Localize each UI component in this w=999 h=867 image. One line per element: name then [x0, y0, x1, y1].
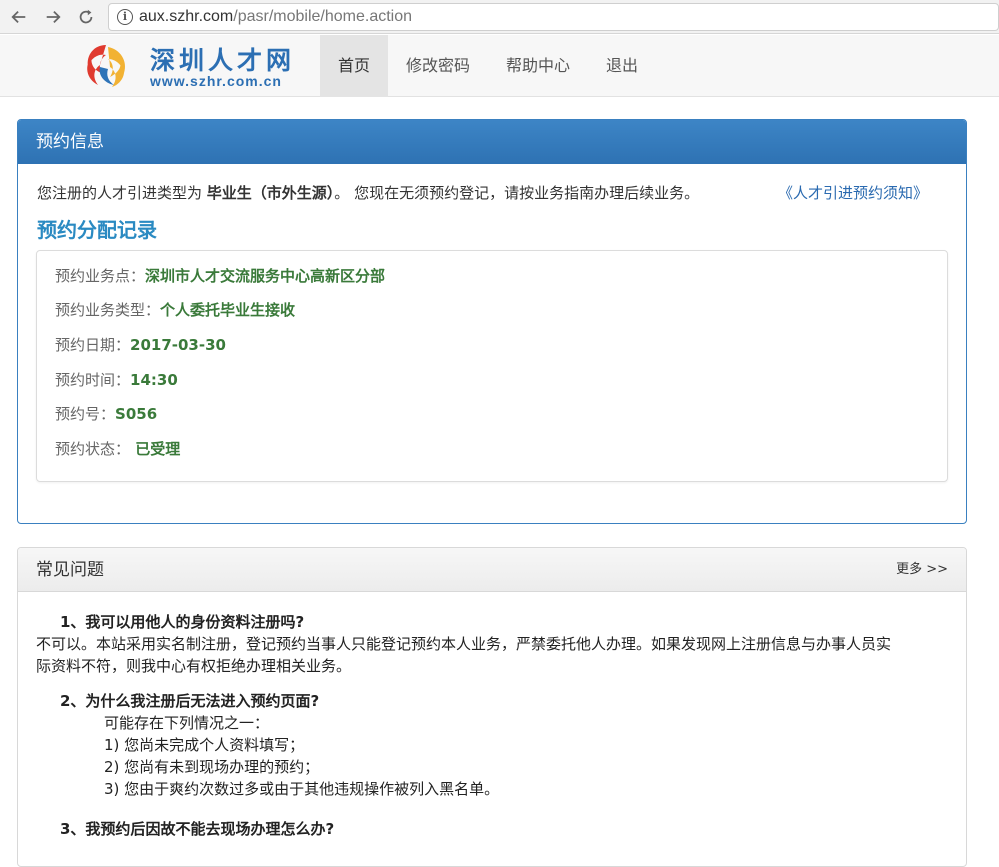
- arrow-left-icon[interactable]: [8, 6, 30, 28]
- url-text: aux.szhr.com/pasr/mobile/home.action: [139, 8, 413, 25]
- faq-answer-line: 2) 您尚有未到现场办理的预约；: [104, 758, 320, 776]
- record-row: 预约号：S056: [55, 405, 158, 423]
- faq-question[interactable]: 2、为什么我注册后无法进入预约页面?: [60, 690, 499, 712]
- faq-question[interactable]: 3、我预约后因故不能去现场办理怎么办?: [60, 818, 334, 840]
- record-row: 预约业务点：深圳市人才交流服务中心高新区分部: [55, 267, 386, 285]
- browser-toolbar: i aux.szhr.com/pasr/mobile/home.action: [0, 0, 999, 34]
- booking-panel: 预约信息 您注册的人才引进类型为 毕业生（市外生源）。 您现在无须预约登记，请按…: [17, 119, 967, 524]
- faq-more-link[interactable]: 更多 >>: [896, 548, 948, 592]
- faq-panel: 常见问题 更多 >> 1、我可以用他人的身份资料注册吗? 不可以。本站采用实名制…: [17, 547, 967, 867]
- faq-item: 3、我预约后因故不能去现场办理怎么办?: [60, 818, 334, 840]
- faq-answer: 不可以。本站采用实名制注册，登记预约当事人只能登记预约本人业务，严禁委托他人办理…: [36, 635, 892, 675]
- info-icon[interactable]: i: [117, 9, 133, 25]
- nav-change-password[interactable]: 修改密码: [388, 35, 488, 97]
- arrow-right-icon[interactable]: [42, 6, 64, 28]
- faq-answer-line: 1) 您尚未完成个人资料填写；: [104, 736, 305, 754]
- record-box: 预约业务点：深圳市人才交流服务中心高新区分部 预约业务类型：个人委托毕业生接收 …: [36, 250, 948, 482]
- record-row: 预约日期：2017-03-30: [55, 336, 226, 354]
- faq-item: 1、我可以用他人的身份资料注册吗? 不可以。本站采用实名制注册，登记预约当事人只…: [36, 611, 896, 677]
- nav-logout[interactable]: 退出: [588, 35, 656, 97]
- faq-item: 2、为什么我注册后无法进入预约页面? 可能存在下列情况之一： 1) 您尚未完成个…: [60, 690, 499, 800]
- logo-mark-icon: [87, 45, 126, 87]
- record-row: 预约时间：14:30: [55, 371, 178, 389]
- booking-guide-link[interactable]: 《人才引进预约须知》: [778, 182, 928, 203]
- talent-type: 毕业生（市外生源）: [206, 184, 335, 202]
- main-nav: 首页 修改密码 帮助中心 退出: [320, 35, 656, 97]
- faq-answer-line: 可能存在下列情况之一：: [104, 714, 270, 732]
- logo-text-en: www.szhr.com.cn: [150, 73, 282, 89]
- address-bar[interactable]: i aux.szhr.com/pasr/mobile/home.action: [108, 3, 999, 31]
- faq-question[interactable]: 1、我可以用他人的身份资料注册吗?: [60, 611, 896, 633]
- booking-panel-title: 预约信息: [18, 120, 966, 164]
- reload-icon[interactable]: [75, 6, 97, 28]
- record-row: 预约状态： 已受理: [55, 440, 181, 458]
- logo-text-cn: 深圳人才网: [150, 46, 296, 75]
- record-row: 预约业务类型：个人委托毕业生接收: [55, 301, 296, 319]
- booking-notice: 您注册的人才引进类型为 毕业生（市外生源）。 您现在无须预约登记，请按业务指南办…: [37, 184, 700, 202]
- site-logo[interactable]: 深圳人才网 www.szhr.com.cn: [80, 39, 310, 93]
- nav-help-center[interactable]: 帮助中心: [488, 35, 588, 97]
- records-title: 预约分配记录: [37, 218, 157, 242]
- faq-answer-line: 3) 您由于爽约次数过多或由于其他违规操作被列入黑名单。: [104, 780, 500, 798]
- faq-panel-title: 常见问题 更多 >>: [18, 548, 966, 592]
- site-header: 深圳人才网 www.szhr.com.cn 首页 修改密码 帮助中心 退出: [0, 35, 999, 97]
- nav-home[interactable]: 首页: [320, 35, 389, 97]
